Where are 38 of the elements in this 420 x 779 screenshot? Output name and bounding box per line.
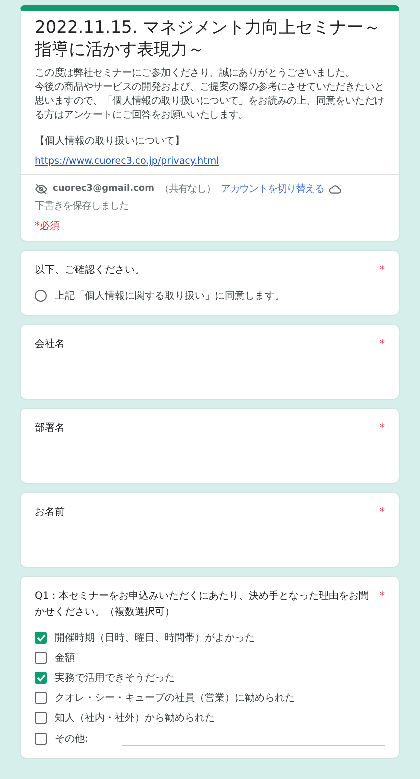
checkbox[interactable] [35, 652, 47, 664]
question-label: 以下、ご確認ください。 [35, 264, 145, 278]
draft-status: 下書きを保存しました [35, 200, 130, 214]
form-title: 2022.11.15. マネジメント力向上セミナー～指導に活かす表現力～ [35, 17, 382, 62]
required-mark: * [380, 422, 385, 436]
checkbox[interactable] [35, 632, 47, 644]
cloud-icon [329, 184, 342, 195]
required-note: *必須 [34, 220, 61, 234]
description-text: 今後の商品やサービスの開発および、ご提案の際の参考にさせていただきたいと思いますので、「個人情報の取り扱いについて」をお読みの上、同意をいただける方はアンケートにご回答をお願いいたします。 [35, 81, 385, 124]
switch-account-link[interactable]: アカウントを切り替える [220, 182, 324, 196]
checkbox[interactable] [35, 732, 47, 745]
checkbox[interactable] [35, 712, 47, 724]
visibility-off-icon [35, 182, 48, 196]
option-label: 金額 [55, 652, 75, 666]
question-label: お名前 [35, 506, 65, 520]
description-text: この度は弊社セミナーにご参加くださり、誠にありがとうございました。 [35, 67, 356, 82]
check-icon [36, 634, 46, 642]
checkbox[interactable] [35, 672, 47, 684]
required-mark: * [380, 506, 385, 520]
required-mark: * [380, 264, 385, 278]
option-label: 開催時期（日時、曜日、時間帯）がよかった [55, 632, 255, 646]
option-label: その他: [55, 732, 88, 746]
option-label: 実務で活用できそうだった [55, 672, 175, 686]
option-label: 知人（社内・社外）から勧められた [55, 712, 215, 726]
option-label: クオレ・シー・キューブの社員（営業）に勧められた [55, 692, 295, 706]
sharing-status: （共有なし） [159, 182, 216, 196]
checkbox[interactable] [35, 692, 47, 704]
question-label: 部署名 [35, 422, 65, 436]
account-email: cuorec3@gmail.com [53, 184, 154, 194]
question-label: Q1：本セミナーをお申込みいただくにあたり、決め手となった理由をお聞かせください。（複数選択可） [35, 590, 370, 620]
required-mark: * [380, 590, 385, 604]
question-label: 会社名 [35, 338, 65, 352]
check-icon [36, 674, 46, 682]
privacy-heading: 【個人情報の取り扱いについて】 [35, 135, 186, 150]
required-mark: * [380, 338, 385, 352]
privacy-link[interactable]: https://www.cuorec3.co.jp/privacy.html [35, 156, 220, 168]
option-label: 上記「個人情報に関する取り扱い」に同意します。 [55, 290, 285, 304]
radio-button[interactable] [35, 290, 47, 302]
